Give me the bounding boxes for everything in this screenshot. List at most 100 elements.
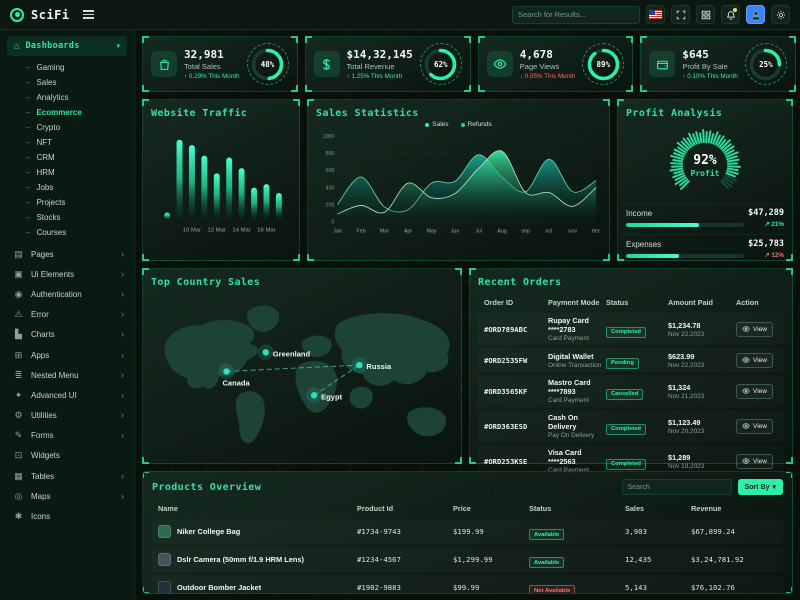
status-badge: Completed [606, 424, 646, 435]
sidebar-item-label: Pages [31, 250, 114, 259]
search-input[interactable] [518, 10, 625, 19]
sidebar-item-crypto[interactable]: –Crypto [0, 120, 134, 135]
stat-value: $645 [682, 48, 738, 61]
sidebar-item-utilities[interactable]: ⚙Utilities› [0, 406, 134, 426]
sidebar-item-label: Ecommerce [36, 108, 81, 117]
sidebar-item-label: Gaming [36, 63, 64, 72]
search-icon[interactable] [625, 10, 634, 19]
sidebar-item-analytics[interactable]: –Analytics [0, 90, 134, 105]
order-date: Nov 20,2023 [668, 428, 732, 435]
product-thumbnail [158, 525, 171, 538]
eye-icon [742, 457, 750, 465]
logo[interactable]: SciFi [0, 8, 135, 22]
corner-decoration [789, 85, 796, 92]
view-button[interactable]: View [736, 454, 773, 469]
status-badge: Cancelled [606, 389, 643, 400]
sidebar-item-label: Stocks [36, 213, 60, 222]
sidebar-item-maps[interactable]: ◎Maps› [0, 486, 134, 506]
chart-legend: Sales Refunds [316, 119, 601, 130]
sidebar-item-charts[interactable]: ▙Charts› [0, 325, 134, 345]
sidebar-item-jobs[interactable]: –Jobs [0, 180, 134, 195]
stat-change: ↑ 1.25% This Month [347, 73, 413, 80]
fullscreen-button[interactable] [671, 5, 690, 24]
product-sales: 5,143 [625, 583, 687, 592]
column-header: Status [529, 504, 621, 513]
sidebar-item-ui-elements[interactable]: ▣Ui Elements› [0, 264, 134, 284]
product-sales: 3,903 [625, 527, 687, 536]
settings-button[interactable] [771, 5, 790, 24]
view-button[interactable]: View [736, 419, 773, 434]
sidebar-item-apps[interactable]: ⊞Apps› [0, 345, 134, 365]
income-value: $47,289 [748, 208, 784, 218]
legend-item-sales[interactable]: Sales [425, 121, 448, 128]
avatar-person-icon [750, 9, 762, 21]
stat-change: ↑ 0.29% This Month [184, 73, 240, 80]
corner-decoration [142, 587, 149, 594]
topbar-actions [512, 5, 800, 24]
sidebar-item-label: Crypto [36, 123, 60, 132]
sidebar-item-error[interactable]: ⚠Error› [0, 305, 134, 325]
sidebar-item-authentication[interactable]: ◉Authentication› [0, 284, 134, 304]
sidebar-item-forms[interactable]: ✎Forms› [0, 426, 134, 446]
svg-text:16 Mar: 16 Mar [257, 227, 275, 233]
corner-decoration [603, 99, 610, 106]
sidebar-item-label: Error [31, 310, 114, 319]
sidebar-item-widgets[interactable]: ⊡Widgets [0, 446, 134, 466]
income-row: Income $47,289 ↗ 21% [626, 203, 784, 228]
view-button[interactable]: View [736, 353, 773, 368]
sidebar-item-gaming[interactable]: –Gaming [0, 60, 134, 75]
expenses-progress-bar [626, 254, 744, 258]
sidebar-item-nested-menu[interactable]: ≣Nested Menu› [0, 365, 134, 385]
apps-grid-button[interactable] [696, 5, 715, 24]
panel-title: Website Traffic [151, 108, 291, 119]
order-date: Nov 22,2023 [668, 362, 732, 369]
products-search-input[interactable] [628, 484, 726, 491]
sidebar-item-nft[interactable]: –NFT [0, 135, 134, 150]
chevron-right-icon: › [121, 411, 124, 420]
language-flag-button[interactable] [646, 5, 665, 24]
hamburger-menu-icon[interactable] [83, 10, 94, 19]
product-id: #1234-4567 [357, 555, 449, 564]
sidebar-item-icons[interactable]: ✱Icons [0, 506, 134, 526]
sidebar-item-stocks[interactable]: –Stocks [0, 210, 134, 225]
sidebar-item-projects[interactable]: –Projects [0, 195, 134, 210]
apps-grid-icon [701, 10, 711, 20]
status-badge: Available [529, 529, 564, 540]
sort-by-button[interactable]: Sort By ▾ [738, 479, 783, 495]
dash-icon: – [26, 198, 30, 207]
sidebar-item-sales[interactable]: –Sales [0, 75, 134, 90]
sidebar-item-pages[interactable]: ▤Pages› [0, 244, 134, 264]
user-avatar[interactable] [746, 5, 765, 24]
product-revenue: $3,24,781.92 [691, 555, 777, 564]
ring-percent: 25% [746, 44, 786, 84]
chevron-right-icon: › [121, 270, 124, 279]
product-id: #1734-9743 [357, 527, 449, 536]
column-header: Action [736, 298, 778, 307]
sidebar-item-ecommerce[interactable]: –Ecommerce [0, 105, 134, 120]
column-header: Order ID [484, 298, 544, 307]
svg-text:Jun: Jun [451, 228, 460, 234]
view-button[interactable]: View [736, 322, 773, 337]
product-thumbnail [158, 581, 171, 594]
order-id: #ORD789ABC [484, 325, 544, 334]
order-date: Nov 18,2023 [668, 463, 732, 470]
corner-decoration [786, 457, 793, 464]
notifications-button[interactable] [721, 5, 740, 24]
sidebar-group-dashboards[interactable]: ⌂ Dashboards ▾ [7, 36, 127, 56]
legend-item-refunds[interactable]: Refunds [461, 121, 492, 128]
order-row: #ORD363ESDCash On DeliveryPay On Deliver… [478, 410, 784, 442]
ring-percent: 62% [421, 44, 461, 84]
expenses-label: Expenses [626, 240, 661, 249]
sidebar-item-label: Ui Elements [31, 270, 114, 279]
chevron-right-icon: › [121, 492, 124, 501]
sidebar-item-tables[interactable]: ▦Tables› [0, 466, 134, 486]
corner-decoration [626, 36, 633, 43]
view-button[interactable]: View [736, 384, 773, 399]
stat-card-total-revenue: $14,32,145Total Revenue↑ 1.25% This Mont… [305, 36, 471, 92]
sidebar-item-hrm[interactable]: –HRM [0, 165, 134, 180]
svg-text:200: 200 [326, 203, 335, 209]
sidebar-item-advanced-ui[interactable]: ✦Advanced UI› [0, 385, 134, 405]
sidebar-item-crm[interactable]: –CRM [0, 150, 134, 165]
sidebar-item-courses[interactable]: –Courses [0, 225, 134, 240]
global-search [512, 6, 640, 24]
